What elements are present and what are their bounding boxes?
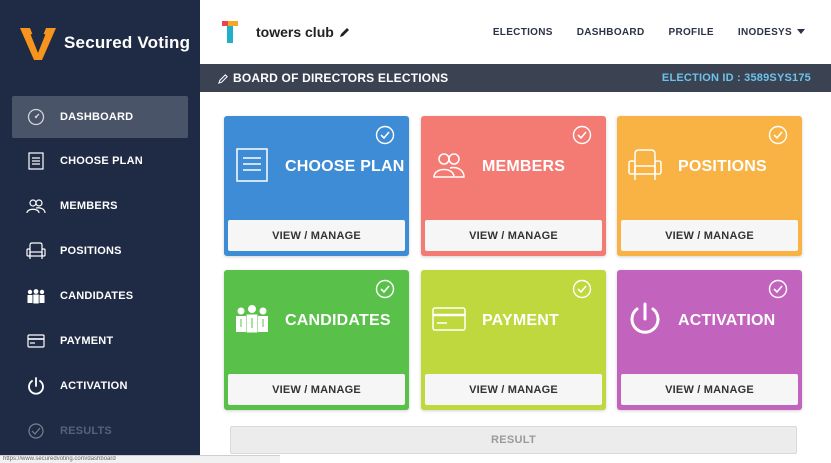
sidebar-nav: DASHBOARD CHOOSE PLAN MEMBERS POSITIONS bbox=[0, 96, 200, 453]
sidebar: Secured Voting DASHBOARD CHOOSE PLAN MEM… bbox=[0, 0, 200, 463]
sidebar-item-positions[interactable]: POSITIONS bbox=[0, 228, 200, 273]
power-icon bbox=[630, 302, 660, 334]
card-title: PAYMENT bbox=[482, 312, 559, 329]
sidebar-item-results[interactable]: RESULTS bbox=[0, 408, 200, 453]
card-payment[interactable]: PAYMENT VIEW / MANAGE bbox=[421, 270, 606, 410]
result-button[interactable]: RESULT bbox=[230, 426, 797, 454]
card-members[interactable]: MEMBERS VIEW / MANAGE bbox=[421, 116, 606, 256]
sidebar-item-label: ACTIVATION bbox=[60, 379, 128, 392]
list-icon bbox=[236, 148, 268, 182]
card-choose-plan[interactable]: CHOOSE PLAN VIEW / MANAGE bbox=[224, 116, 409, 256]
sidebar-item-label: DASHBOARD bbox=[60, 111, 134, 123]
view-manage-button[interactable]: VIEW / MANAGE bbox=[228, 220, 405, 251]
card-icon bbox=[432, 307, 466, 331]
sidebar-item-label: POSITIONS bbox=[60, 244, 122, 257]
sidebar-item-payment[interactable]: PAYMENT bbox=[0, 318, 200, 363]
dashboard-icon bbox=[26, 107, 46, 127]
election-title: BOARD OF DIRECTORS ELECTIONS bbox=[218, 71, 448, 85]
results-icon bbox=[26, 421, 46, 441]
view-manage-button[interactable]: VIEW / MANAGE bbox=[621, 220, 798, 251]
sidebar-item-dashboard[interactable]: DASHBOARD bbox=[12, 96, 188, 138]
chair-icon bbox=[628, 149, 662, 180]
sidebar-item-label: CHOOSE PLAN bbox=[60, 154, 143, 167]
check-circle-icon bbox=[572, 279, 592, 299]
chair-icon bbox=[26, 241, 46, 261]
election-id: ELECTION ID : 3589SYS175 bbox=[661, 72, 811, 84]
election-bar: BOARD OF DIRECTORS ELECTIONS ELECTION ID… bbox=[200, 64, 831, 92]
election-title-text: BOARD OF DIRECTORS ELECTIONS bbox=[233, 71, 449, 85]
card-title: MEMBERS bbox=[482, 158, 566, 175]
user-menu-label: INODESYS bbox=[737, 26, 792, 38]
nav-dashboard-link[interactable]: DASHBOARD bbox=[577, 27, 645, 38]
candidates-icon bbox=[26, 286, 46, 306]
check-circle-icon bbox=[375, 125, 395, 145]
card-title: ACTIVATION bbox=[678, 312, 776, 329]
brand-name: Secured Voting bbox=[64, 33, 191, 52]
sidebar-item-label: MEMBERS bbox=[60, 199, 118, 212]
top-bar: towers club ELECTIONS DASHBOARD PROFILE … bbox=[200, 0, 831, 64]
browser-status-url: https://www.securedvoting.com/dashboard bbox=[0, 455, 280, 463]
sidebar-item-label: PAYMENT bbox=[60, 334, 114, 347]
app-window: Secured Voting DASHBOARD CHOOSE PLAN MEM… bbox=[0, 0, 831, 463]
club-name: towers club bbox=[256, 24, 334, 40]
view-manage-button[interactable]: VIEW / MANAGE bbox=[228, 374, 405, 405]
card-activation[interactable]: ACTIVATION VIEW / MANAGE bbox=[617, 270, 802, 410]
brand[interactable]: Secured Voting bbox=[0, 0, 200, 86]
card-title: CHOOSE PLAN bbox=[285, 158, 405, 175]
view-manage-button[interactable]: VIEW / MANAGE bbox=[425, 220, 602, 251]
card-candidates[interactable]: CANDIDATES VIEW / MANAGE bbox=[224, 270, 409, 410]
card-positions[interactable]: POSITIONS VIEW / MANAGE bbox=[617, 116, 802, 256]
dashboard-content: CHOOSE PLAN VIEW / MANAGE MEMBERS VIEW /… bbox=[200, 92, 831, 463]
sidebar-item-choose-plan[interactable]: CHOOSE PLAN bbox=[0, 138, 200, 183]
sidebar-item-label: CANDIDATES bbox=[60, 289, 134, 302]
view-manage-button[interactable]: VIEW / MANAGE bbox=[425, 374, 602, 405]
check-circle-icon bbox=[768, 279, 788, 299]
nav-profile-link[interactable]: PROFILE bbox=[668, 27, 713, 38]
edit-pencil-icon[interactable] bbox=[339, 26, 351, 38]
power-icon bbox=[26, 376, 46, 396]
sidebar-item-activation[interactable]: ACTIVATION bbox=[0, 363, 200, 408]
sidebar-item-label: RESULTS bbox=[60, 424, 112, 437]
check-circle-icon bbox=[375, 279, 395, 299]
candidates-icon bbox=[236, 305, 268, 333]
edit-pencil-icon[interactable] bbox=[218, 73, 229, 84]
card-title: POSITIONS bbox=[678, 158, 767, 175]
card-title: CANDIDATES bbox=[285, 312, 391, 329]
members-icon bbox=[26, 196, 46, 216]
secured-voting-logo-icon bbox=[20, 28, 56, 60]
club-logo-icon bbox=[222, 21, 238, 43]
view-manage-button[interactable]: VIEW / MANAGE bbox=[621, 374, 798, 405]
top-nav: ELECTIONS DASHBOARD PROFILE INODESYS bbox=[493, 27, 805, 38]
card-icon bbox=[26, 331, 46, 351]
sidebar-item-members[interactable]: MEMBERS bbox=[0, 183, 200, 228]
check-circle-icon bbox=[768, 125, 788, 145]
sidebar-item-candidates[interactable]: CANDIDATES bbox=[0, 273, 200, 318]
nav-elections-link[interactable]: ELECTIONS bbox=[493, 27, 553, 38]
caret-down-icon bbox=[797, 29, 805, 35]
check-circle-icon bbox=[572, 125, 592, 145]
list-icon bbox=[26, 151, 46, 171]
user-menu-dropdown[interactable]: INODESYS bbox=[738, 27, 805, 38]
members-icon bbox=[433, 153, 465, 178]
